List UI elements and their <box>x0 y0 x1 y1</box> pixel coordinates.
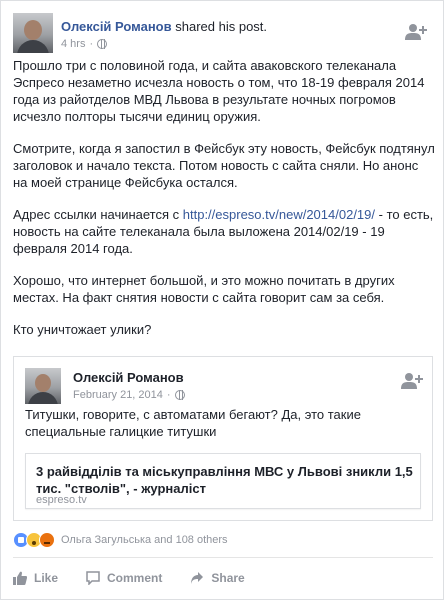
share-label: Share <box>211 571 245 585</box>
post-paragraph: Кто уничтожает улики? <box>13 322 152 337</box>
comment-button[interactable]: Comment <box>86 571 162 585</box>
avatar-body <box>28 392 58 404</box>
globe-icon[interactable] <box>174 390 185 400</box>
post-paragraph: Прошло три с половиной года, и сайта ава… <box>13 58 425 124</box>
shared-post-text: Титушки, говорите, с автоматами бегают? … <box>25 407 361 439</box>
comment-icon <box>86 571 100 585</box>
meta-separator: · <box>89 38 94 50</box>
post-paragraph: Смотрите, когда я запостил в Фейсбук эту… <box>13 141 435 190</box>
link-preview-domain: espreso.tv <box>36 494 87 506</box>
angry-icon <box>39 532 55 548</box>
reactions-bar[interactable]: Ольга Загульська and 108 others <box>13 531 228 549</box>
link-preview-title[interactable]: 3 райвідділів та міськуправління МВС у Л… <box>36 463 416 497</box>
post-meta: 4 hrs · <box>61 38 108 50</box>
post-card: Олексій Романов shared his post. 4 hrs ·… <box>0 0 444 600</box>
author-name-link[interactable]: Олексій Романов <box>61 19 172 34</box>
post-header: Олексій Романов shared his post. 4 hrs · <box>13 13 433 59</box>
shared-avatar[interactable] <box>25 368 61 404</box>
avatar-head <box>35 374 51 392</box>
shared-date[interactable]: February 21, 2014 <box>73 389 163 401</box>
shared-author-name[interactable]: Олексій Романов <box>73 370 184 385</box>
comment-label: Comment <box>107 571 163 585</box>
avatar-body <box>17 40 49 53</box>
post-timestamp[interactable]: 4 hrs <box>61 38 85 50</box>
add-friend-icon[interactable] <box>401 372 423 390</box>
share-icon <box>191 572 204 584</box>
action-bar: Like Comment Share <box>13 567 433 589</box>
meta-separator: · <box>166 389 171 401</box>
thumbs-up-icon <box>13 571 27 585</box>
like-button[interactable]: Like <box>13 571 58 585</box>
shared-post[interactable]: Олексій Романов February 21, 2014 · Титу… <box>13 356 433 521</box>
post-paragraph-with-link: Адрес ссылки начинается с http://espreso… <box>13 206 435 257</box>
reactions-summary[interactable]: Ольга Загульська and 108 others <box>61 534 228 546</box>
globe-icon[interactable] <box>97 39 108 49</box>
divider <box>13 557 433 558</box>
add-friend-icon[interactable] <box>405 23 427 41</box>
avatar[interactable] <box>13 13 53 53</box>
espreso-url-link[interactable]: http://espreso.tv/new/2014/02/19/ <box>183 207 375 222</box>
link-paragraph-before: Адрес ссылки начинается с <box>13 207 183 222</box>
shared-meta: February 21, 2014 · <box>73 389 185 401</box>
author-action-text: shared his post. <box>175 19 268 34</box>
author-line: Олексій Романов shared his post. <box>61 19 267 34</box>
share-button[interactable]: Share <box>190 571 245 585</box>
like-label: Like <box>34 571 59 585</box>
post-paragraph: Хорошо, что интернет большой, и это можн… <box>13 273 395 305</box>
avatar-head <box>24 20 42 40</box>
post-body: Прошло три с половиной года, и сайта ава… <box>13 57 435 353</box>
link-preview-card[interactable]: 3 райвідділів та міськуправління МВС у Л… <box>25 453 421 509</box>
